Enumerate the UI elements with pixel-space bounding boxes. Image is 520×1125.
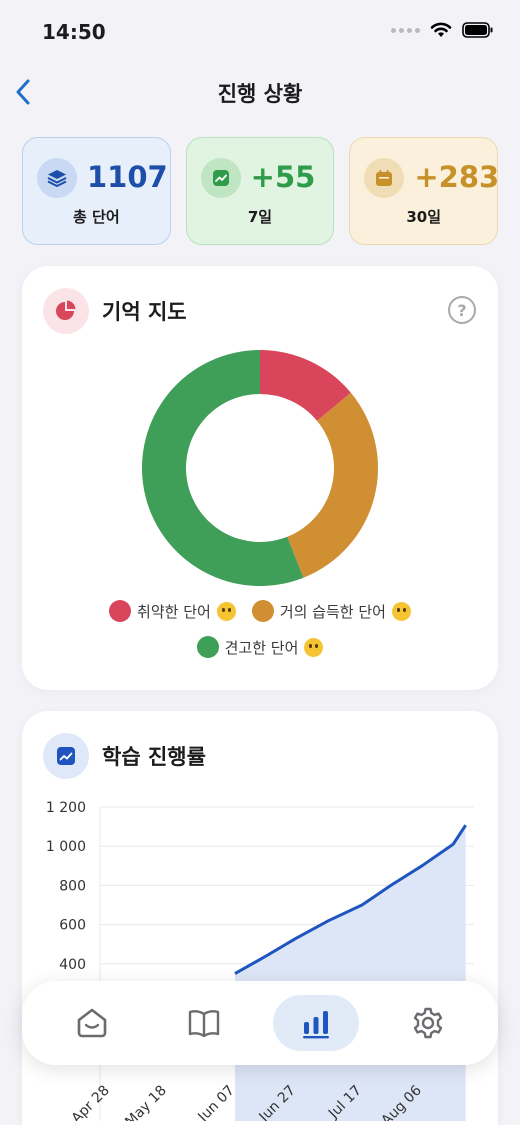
signal-dots-icon <box>391 27 420 33</box>
y-tick-label: 1 000 <box>46 839 86 855</box>
x-tick-label: Jun 07 <box>195 1083 238 1121</box>
card-title: 학습 진행률 <box>102 745 206 769</box>
tab-book[interactable] <box>161 995 247 1051</box>
grinning-face-emoji-icon <box>391 601 411 621</box>
star-struck-emoji-icon <box>304 637 324 657</box>
wifi-icon <box>430 22 452 37</box>
y-tick-label: 800 <box>59 878 86 894</box>
memory-map-card: 기억 지도 ? 취약한 단어 거의 습득한 단어 견고한 단어 <box>22 266 498 690</box>
trend-up-icon <box>200 158 241 198</box>
legend-dot <box>251 600 274 622</box>
book-icon <box>188 1010 220 1038</box>
stat-value: +283 <box>414 160 500 194</box>
home-icon <box>77 1008 107 1038</box>
stat-label: 30일 <box>406 208 442 226</box>
x-tick-label: May 18 <box>122 1083 170 1121</box>
legend-item-weak: 취약한 단어 <box>109 600 236 622</box>
y-tick-label: 400 <box>59 957 86 973</box>
bar-chart-icon <box>303 1011 329 1039</box>
page-title: 진행 상황 <box>217 82 303 106</box>
help-button[interactable]: ? <box>448 296 476 324</box>
stats-row: 1107 총 단어 +55 7일 +283 30일 <box>22 137 500 245</box>
stat-value: +55 <box>250 160 316 194</box>
pie-chart-icon <box>43 288 89 334</box>
legend-dot <box>109 600 132 622</box>
progress-area-chart: 1 2001 000800600400Apr 28 May 18 Jun 07 Jun… <box>46 800 474 1121</box>
memory-donut-chart <box>142 350 378 586</box>
x-tick-label: Apr 28 <box>69 1083 113 1121</box>
progress-area <box>235 825 466 1121</box>
stat-card-30-days: +283 30일 <box>349 137 500 245</box>
gear-icon <box>413 1007 443 1039</box>
legend-item-almost: 거의 습득한 단어 <box>251 600 411 622</box>
stat-label: 총 단어 <box>73 208 120 226</box>
stat-value: 1107 <box>87 160 168 194</box>
stat-card-total-words: 1107 총 단어 <box>22 137 171 245</box>
legend-row: 취약한 단어 거의 습득한 단어 <box>22 600 498 622</box>
nav-bar: 진행 상황 <box>0 64 520 120</box>
stat-label: 7일 <box>247 208 273 226</box>
card-title: 기억 지도 <box>102 300 187 324</box>
tab-settings[interactable] <box>385 995 471 1051</box>
legend-item-solid: 견고한 단어 <box>196 636 324 658</box>
neutral-face-emoji-icon <box>216 601 236 621</box>
legend-row: 견고한 단어 <box>22 636 498 658</box>
legend-dot <box>196 636 219 658</box>
y-tick-label: 600 <box>59 918 86 934</box>
tab-stats[interactable] <box>273 995 359 1051</box>
legend-label: 취약한 단어 <box>137 602 211 621</box>
y-tick-label: 1 200 <box>46 800 86 816</box>
stack-icon <box>37 158 77 198</box>
legend-label: 견고한 단어 <box>224 638 299 657</box>
status-icons <box>391 22 494 38</box>
donut-slice-1 <box>287 392 378 578</box>
calendar-icon <box>364 158 405 198</box>
tab-bar <box>22 981 498 1065</box>
battery-icon <box>462 22 493 38</box>
legend-label: 거의 습득한 단어 <box>279 602 386 621</box>
status-bar: 14:50 <box>0 0 520 64</box>
stat-card-7-days: +55 7일 <box>185 137 335 245</box>
status-time: 14:50 <box>42 20 106 44</box>
tab-home[interactable] <box>49 995 135 1051</box>
trend-chart-icon <box>43 733 89 779</box>
